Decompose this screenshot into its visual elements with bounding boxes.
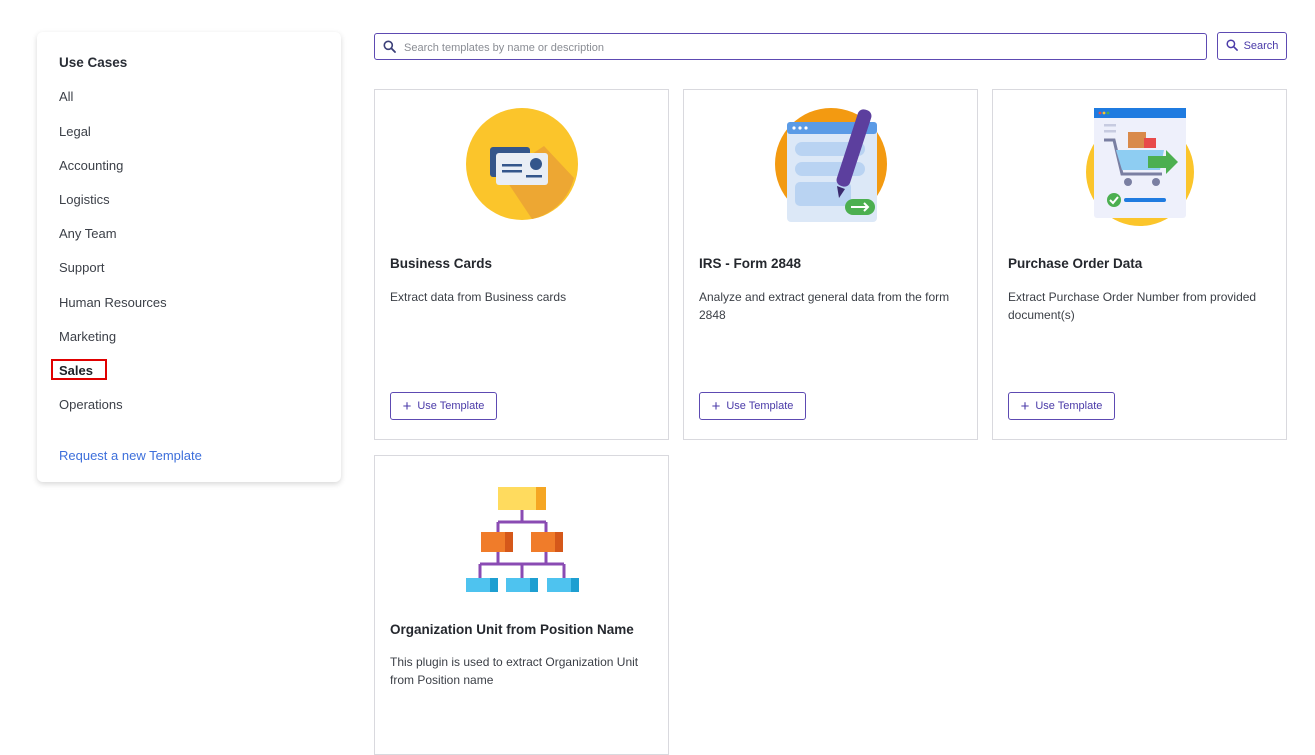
sidebar-item-support[interactable]: Support bbox=[59, 260, 105, 275]
sidebar-item-operations[interactable]: Operations bbox=[59, 397, 123, 412]
template-card-purchase-order-data: Purchase Order Data Extract Purchase Ord… bbox=[992, 89, 1287, 440]
use-template-label: Use Template bbox=[1035, 400, 1103, 412]
sidebar-item-legal[interactable]: Legal bbox=[59, 124, 91, 139]
template-description: This plugin is used to extract Organizat… bbox=[390, 655, 639, 687]
template-title: Business Cards bbox=[390, 256, 493, 271]
search-input[interactable] bbox=[402, 36, 1196, 59]
search-button-icon bbox=[1226, 38, 1238, 54]
template-description: Analyze and extract general data from th… bbox=[699, 290, 950, 322]
search-button[interactable]: Search bbox=[1217, 32, 1287, 60]
use-template-button[interactable]: + Use Template bbox=[390, 392, 497, 420]
template-title: Organization Unit from Position Name bbox=[390, 622, 634, 637]
template-card-irs-form-2848: IRS - Form 2848 Analyze and extract gene… bbox=[683, 89, 978, 440]
template-description: Extract data from Business cards bbox=[390, 290, 567, 304]
plus-icon: + bbox=[402, 397, 412, 415]
sidebar-item-sales[interactable]: Sales bbox=[59, 363, 93, 378]
sidebar-heading: Use Cases bbox=[59, 55, 128, 70]
sidebar-item-accounting[interactable]: Accounting bbox=[59, 158, 123, 173]
use-template-label: Use Template bbox=[726, 400, 794, 412]
template-description: Extract Purchase Order Number from provi… bbox=[1008, 290, 1257, 322]
sidebar-item-marketing[interactable]: Marketing bbox=[59, 329, 116, 344]
request-template-link[interactable]: Request a new Template bbox=[59, 448, 202, 463]
sidebar-item-any-team[interactable]: Any Team bbox=[59, 226, 117, 241]
form-pen-icon bbox=[771, 102, 891, 226]
search-bar bbox=[374, 33, 1207, 60]
sidebar-item-logistics[interactable]: Logistics bbox=[59, 192, 110, 207]
org-chart-icon bbox=[462, 468, 582, 598]
template-card-organization-unit: Organization Unit from Position Name Thi… bbox=[374, 455, 669, 755]
use-cases-sidebar: Use Cases All Legal Accounting Logistics… bbox=[37, 32, 341, 482]
use-template-button[interactable]: + Use Template bbox=[1008, 392, 1115, 420]
use-template-label: Use Template bbox=[417, 400, 485, 412]
search-button-label: Search bbox=[1243, 40, 1279, 52]
template-card-business-cards: Business Cards Extract data from Busines… bbox=[374, 89, 669, 440]
business-card-icon bbox=[462, 102, 582, 226]
template-title: Purchase Order Data bbox=[1008, 256, 1143, 271]
use-template-button[interactable]: + Use Template bbox=[699, 392, 806, 420]
sidebar-item-human-resources[interactable]: Human Resources bbox=[59, 295, 167, 310]
plus-icon: + bbox=[711, 397, 721, 415]
plus-icon: + bbox=[1020, 397, 1030, 415]
shopping-cart-icon bbox=[1080, 102, 1200, 226]
template-title: IRS - Form 2848 bbox=[699, 256, 802, 271]
search-icon bbox=[383, 40, 396, 58]
sidebar-item-all[interactable]: All bbox=[59, 89, 73, 104]
